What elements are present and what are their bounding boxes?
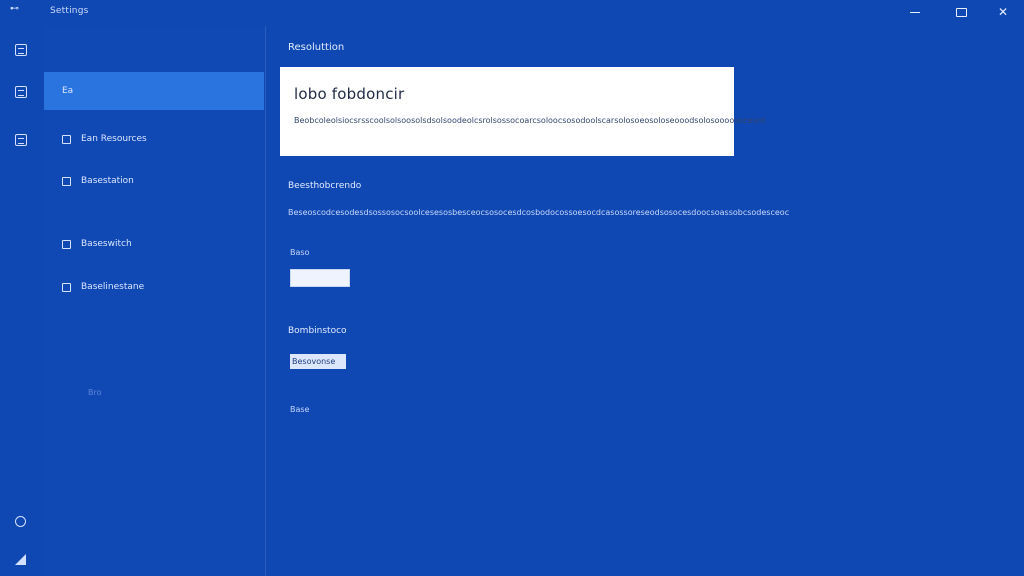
nav-item-baseswitch[interactable]: Baseswitch [44, 225, 264, 263]
field-label: Baso [290, 248, 310, 257]
nav-item-label: Baselinestane [81, 282, 145, 292]
app-icon: ⊷ [10, 4, 19, 14]
close-button[interactable]: ✕ [980, 0, 1024, 24]
devices-icon[interactable] [15, 134, 27, 146]
close-icon: ✕ [997, 5, 1009, 19]
home-icon[interactable] [15, 44, 27, 56]
action-button[interactable]: Besovonse [290, 354, 346, 369]
section-heading: Beesthobcrendo [288, 181, 362, 191]
navigation-pane: Ea Ean Resources Basestation Baseswitch … [44, 26, 266, 576]
window-title: Settings [50, 6, 89, 16]
account-circle-icon[interactable] [15, 516, 26, 527]
section-heading-2: Bombinstoco [288, 326, 347, 336]
nav-item-baselinestane[interactable]: Baselinestane [44, 268, 264, 306]
nav-item-ea[interactable]: Ea [44, 72, 264, 110]
nav-faint-label: Bro [88, 388, 102, 397]
document-icon [62, 282, 71, 292]
apps-icon[interactable] [15, 86, 27, 98]
footer-label: Base [290, 405, 310, 414]
text-input[interactable] [290, 269, 350, 287]
nav-item-resources[interactable]: Ean Resources [44, 120, 264, 158]
window-icon [62, 176, 71, 186]
minimize-icon [910, 11, 920, 13]
nav-item-label: Ean Resources [81, 134, 147, 144]
maximize-icon [955, 7, 967, 17]
switch-icon [62, 239, 71, 249]
title-bar: ⊷ Settings ✕ [0, 0, 1024, 26]
minimize-button[interactable] [892, 0, 938, 24]
main-content: Resoluttion lobo fobdoncir Beobcoleolsio… [280, 26, 1000, 576]
page-title: Resoluttion [288, 42, 345, 53]
nav-item-basestation[interactable]: Basestation [44, 162, 264, 200]
folder-icon [62, 134, 71, 144]
icon-rail [0, 26, 44, 576]
settings-corner-icon[interactable] [15, 554, 26, 565]
card-title: lobo fobdoncir [294, 85, 405, 103]
section-description: Beseoscodcesodesdsossosocsoolcesesosbesc… [288, 208, 790, 217]
info-card: lobo fobdoncir Beobcoleolsiocsrsscoolsol… [280, 67, 765, 156]
nav-item-label: Ea [62, 86, 74, 96]
nav-item-label: Basestation [81, 176, 134, 186]
card-description: Beobcoleolsiocsrsscoolsolsoosolsdsolsood… [294, 116, 765, 125]
settings-window: ⊷ Settings ✕ Ea Ean Resources Basestatio… [0, 0, 1024, 576]
maximize-button[interactable] [938, 0, 984, 24]
nav-item-label: Baseswitch [81, 239, 132, 249]
